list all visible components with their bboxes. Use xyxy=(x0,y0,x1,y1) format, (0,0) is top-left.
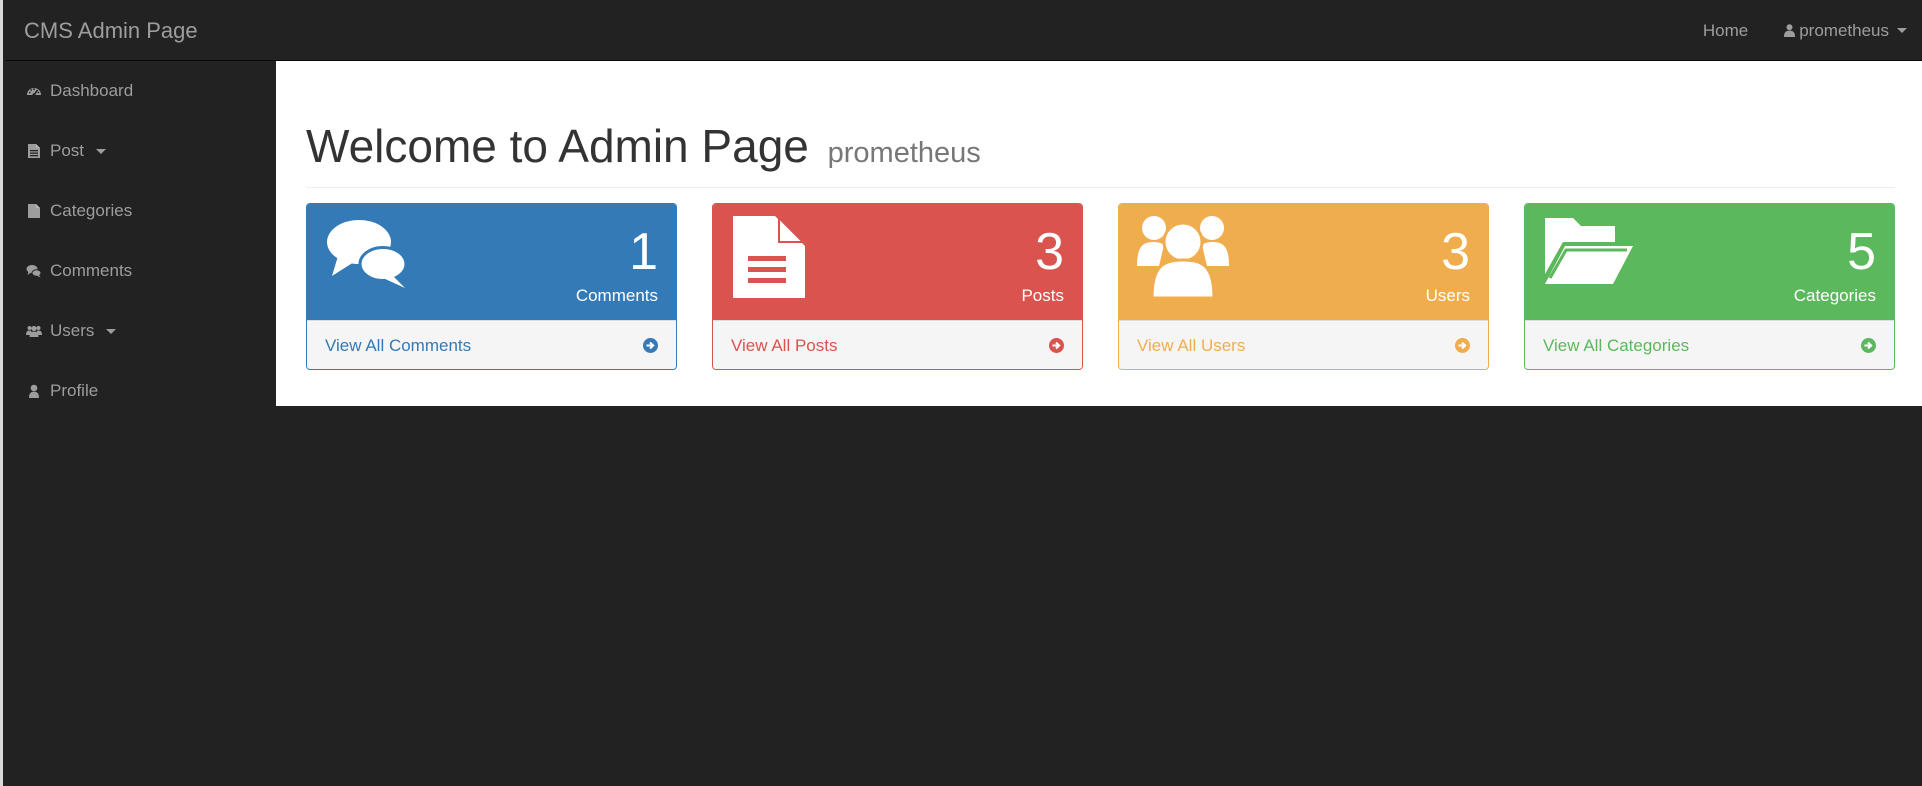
chevron-down-icon xyxy=(1897,28,1907,33)
dashboard-icon xyxy=(26,83,42,99)
chevron-down-icon xyxy=(96,148,107,154)
sidebar-item-label: Users xyxy=(50,321,95,340)
sidebar: Dashboard Post Categories Comments Users… xyxy=(6,61,275,421)
comments-count: 1 xyxy=(629,223,658,281)
arrow-circle-right-icon xyxy=(1861,338,1876,353)
view-all-comments-link[interactable]: View All Comments xyxy=(307,320,676,369)
main-content: Welcome to Admin Page prometheus 1 Comme… xyxy=(276,61,1922,406)
stat-cards: 1 Comments View All Comments 3 Posts Vie… xyxy=(306,203,1895,373)
sidebar-item-label: Categories xyxy=(50,201,133,220)
home-link[interactable]: Home xyxy=(1685,0,1766,61)
arrow-circle-right-icon xyxy=(1455,338,1470,353)
arrow-circle-right-icon xyxy=(1049,338,1064,353)
comments-icon xyxy=(26,263,42,279)
view-all-users-label: View All Users xyxy=(1137,336,1246,355)
user-name: prometheus xyxy=(1799,20,1889,40)
file-text-icon xyxy=(731,214,807,305)
comments-icon xyxy=(325,214,411,299)
categories-label: Categories xyxy=(1793,286,1876,305)
app-window: CMS Admin Page Home prometheus Dashboard xyxy=(0,0,1922,786)
navbar-right: Home prometheus xyxy=(1685,0,1922,61)
user-dropdown[interactable]: prometheus xyxy=(1766,0,1922,61)
page-title-text: Welcome to Admin Page xyxy=(306,120,809,172)
sidebar-item-comments[interactable]: Comments xyxy=(6,241,275,301)
view-all-categories-label: View All Categories xyxy=(1543,336,1690,355)
brand-link[interactable]: CMS Admin Page xyxy=(24,18,198,44)
folder-open-icon xyxy=(1543,214,1635,291)
view-all-comments-label: View All Comments xyxy=(325,336,472,355)
sidebar-item-users[interactable]: Users xyxy=(6,301,275,361)
comments-card: 1 Comments View All Comments xyxy=(306,203,677,370)
categories-card: 5 Categories View All Categories xyxy=(1524,203,1895,370)
sidebar-item-label: Profile xyxy=(50,381,99,400)
sidebar-item-label: Post xyxy=(50,141,85,160)
home-label: Home xyxy=(1702,20,1749,40)
users-icon xyxy=(1137,214,1229,305)
file-icon xyxy=(26,203,42,219)
user-icon xyxy=(26,383,42,399)
users-card: 3 Users View All Users xyxy=(1118,203,1489,370)
users-label: Users xyxy=(1425,286,1470,305)
card-heading: 5 Categories xyxy=(1525,204,1894,320)
posts-card: 3 Posts View All Posts xyxy=(712,203,1083,370)
card-heading: 1 Comments xyxy=(307,204,676,320)
card-heading: 3 Users xyxy=(1119,204,1488,320)
page-header: Welcome to Admin Page prometheus xyxy=(306,121,1895,188)
view-all-categories-link[interactable]: View All Categories xyxy=(1525,320,1894,369)
users-icon xyxy=(26,323,42,339)
chevron-down-icon xyxy=(106,328,117,334)
view-all-users-link[interactable]: View All Users xyxy=(1119,320,1488,369)
card-heading: 3 Posts xyxy=(713,204,1082,320)
top-navbar: CMS Admin Page Home prometheus xyxy=(6,0,1922,61)
view-all-posts-link[interactable]: View All Posts xyxy=(713,320,1082,369)
sidebar-item-dashboard[interactable]: Dashboard xyxy=(6,61,275,121)
user-icon xyxy=(1784,24,1796,37)
comments-label: Comments xyxy=(575,286,658,305)
view-all-posts-label: View All Posts xyxy=(731,336,838,355)
categories-count: 5 xyxy=(1847,223,1876,281)
sidebar-item-post[interactable]: Post xyxy=(6,121,275,181)
sidebar-item-label: Comments xyxy=(50,261,133,280)
page-title: Welcome to Admin Page prometheus xyxy=(306,121,1895,178)
users-count: 3 xyxy=(1441,223,1470,281)
sidebar-item-label: Dashboard xyxy=(50,81,134,100)
file-text-icon xyxy=(26,143,42,159)
arrow-circle-right-icon xyxy=(643,338,658,353)
sidebar-item-profile[interactable]: Profile xyxy=(6,361,275,421)
posts-label: Posts xyxy=(1021,286,1064,305)
posts-count: 3 xyxy=(1035,223,1064,281)
page-subtitle: prometheus xyxy=(827,137,981,169)
sidebar-item-categories[interactable]: Categories xyxy=(6,181,275,241)
